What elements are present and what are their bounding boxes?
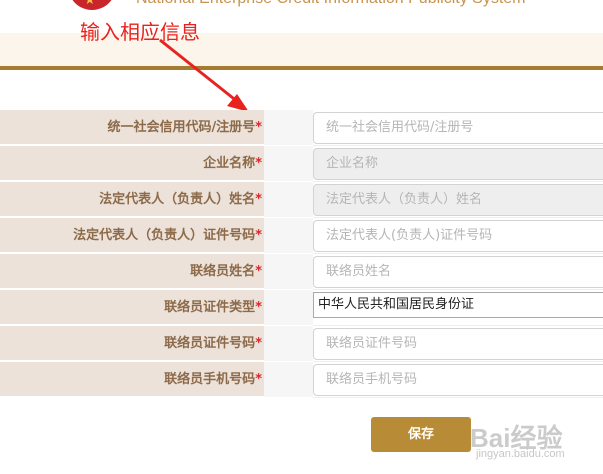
required-mark: * — [255, 120, 262, 135]
form-row-legal-rep-name: 法定代表人（负责人）姓名* 法定代表人（负责人）姓名 — [0, 182, 603, 218]
enterprise-info-form: 统一社会信用代码/注册号* 统一社会信用代码/注册号 企业名称* 企业名称 法定… — [0, 110, 603, 398]
required-mark: * — [255, 228, 262, 243]
liaison-id-number-label: 联络员证件号码 — [164, 336, 256, 351]
legal-rep-name-label: 法定代表人（负责人）姓名 — [99, 192, 256, 207]
liaison-phone-label: 联络员手机号码 — [164, 372, 256, 387]
required-mark: * — [255, 300, 262, 315]
watermark-url-text: jingyan.baidu.com — [476, 448, 565, 460]
annotation-text: 输入相应信息 — [80, 20, 200, 44]
liaison-name-label: 联络员姓名 — [190, 264, 256, 279]
form-row-liaison-id-number: 联络员证件号码* 联络员证件号码 — [0, 326, 603, 362]
credit-code-input[interactable]: 统一社会信用代码/注册号 — [313, 112, 603, 144]
form-row-company-name: 企业名称* 企业名称 — [0, 146, 603, 182]
company-name-label: 企业名称 — [203, 156, 256, 171]
form-row-legal-rep-id: 法定代表人（负责人）证件号码* 法定代表人(负责人)证件号码 — [0, 218, 603, 254]
form-row-liaison-name: 联络员姓名* 联络员姓名 — [0, 254, 603, 290]
liaison-id-number-input[interactable]: 联络员证件号码 — [313, 328, 603, 360]
legal-rep-id-label: 法定代表人（负责人）证件号码 — [73, 228, 256, 243]
company-name-input[interactable]: 企业名称 — [313, 148, 603, 180]
liaison-id-type-select[interactable]: 中华人民共和国居民身份证 — [313, 292, 603, 318]
required-mark: * — [255, 192, 262, 207]
form-row-credit-code: 统一社会信用代码/注册号* 统一社会信用代码/注册号 — [0, 110, 603, 146]
legal-rep-name-input[interactable]: 法定代表人（负责人）姓名 — [313, 184, 603, 216]
liaison-name-input[interactable]: 联络员姓名 — [313, 256, 603, 288]
form-row-liaison-phone: 联络员手机号码* 联络员手机号码 — [0, 362, 603, 398]
liaison-id-type-label: 联络员证件类型 — [164, 300, 256, 315]
liaison-phone-input[interactable]: 联络员手机号码 — [313, 364, 603, 396]
star-icon: ★ — [84, 0, 96, 8]
header-rule — [0, 66, 603, 70]
required-mark: * — [255, 372, 262, 387]
required-mark: * — [255, 156, 262, 171]
required-mark: * — [255, 336, 262, 351]
site-title: National Enterprise Credit Information P… — [136, 0, 526, 8]
form-row-liaison-id-type: 联络员证件类型* 中华人民共和国居民身份证 — [0, 290, 603, 326]
legal-rep-id-input[interactable]: 法定代表人(负责人)证件号码 — [313, 220, 603, 252]
credit-code-label: 统一社会信用代码/注册号 — [107, 120, 256, 135]
save-button[interactable]: 保存 — [371, 417, 471, 452]
required-mark: * — [255, 264, 262, 279]
baidu-jingyan-watermark: Bai经验 jingyan.baidu.com — [462, 402, 603, 474]
